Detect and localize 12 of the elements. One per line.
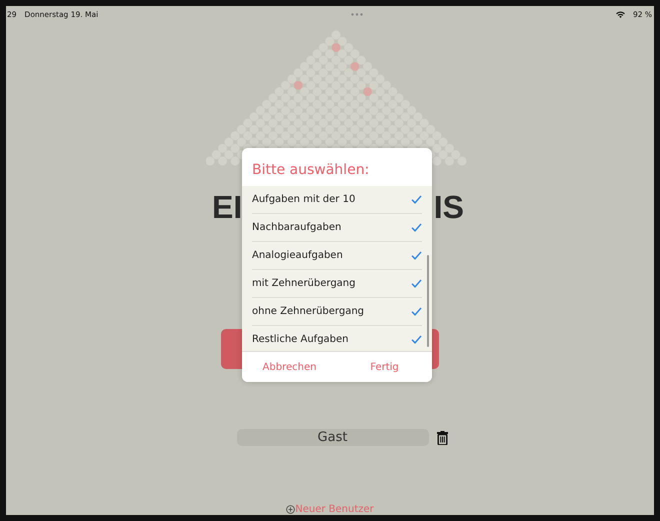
wifi-icon bbox=[616, 10, 625, 18]
plus-circle-icon[interactable] bbox=[286, 505, 296, 514]
user-field[interactable]: Gast bbox=[236, 429, 428, 446]
option-row[interactable]: Nachbaraufgaben bbox=[252, 214, 422, 242]
dialog-title: Bitte auswählen: bbox=[251, 161, 370, 180]
app-title: IS bbox=[434, 188, 464, 227]
option-row[interactable]: mit Zehnerübergang bbox=[252, 270, 422, 298]
option-row[interactable]: Aufgaben mit der 10 bbox=[252, 186, 422, 214]
option-row[interactable]: ohne Zehnerübergang bbox=[252, 298, 422, 326]
app-title: EI bbox=[212, 188, 242, 227]
option-row[interactable]: Analogieaufgaben bbox=[252, 242, 422, 270]
trash-icon[interactable] bbox=[436, 430, 448, 444]
